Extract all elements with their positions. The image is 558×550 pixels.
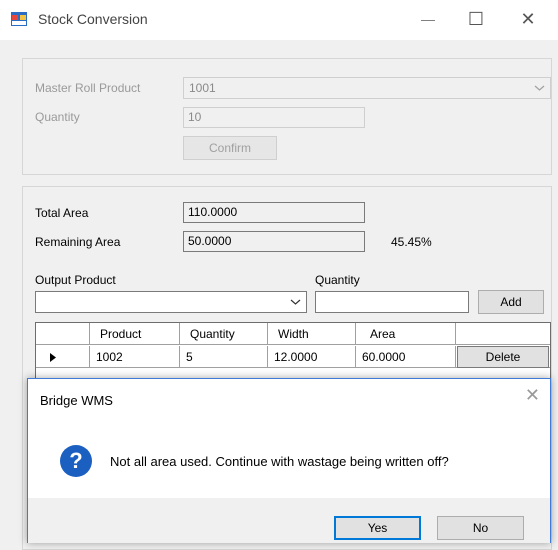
table-row[interactable]: 1002 5 12.0000 60.0000 Delete — [36, 346, 550, 368]
output-product-combo[interactable] — [35, 291, 307, 313]
chevron-down-icon — [534, 85, 545, 91]
master-roll-value: 1001 — [189, 81, 216, 95]
window-title: Stock Conversion — [38, 11, 148, 27]
question-glyph: ? — [69, 448, 83, 473]
master-roll-group: Master Roll Product 1001 Quantity 10 Con… — [22, 58, 552, 175]
close-button[interactable]: ✕ — [508, 6, 548, 32]
title-bar: Stock Conversion — ☐ ✕ — [0, 0, 558, 40]
quantity-label: Quantity — [35, 110, 80, 124]
chevron-down-icon — [290, 299, 301, 305]
column-header-product[interactable]: Product — [90, 323, 180, 345]
column-header-quantity[interactable]: Quantity — [180, 323, 268, 345]
yes-button[interactable]: Yes — [334, 516, 421, 540]
minimize-button[interactable]: — — [408, 6, 448, 32]
total-area-label: Total Area — [35, 206, 89, 220]
close-icon: ✕ — [520, 8, 536, 29]
cell-width[interactable]: 12.0000 — [268, 346, 356, 368]
row-selector[interactable] — [36, 346, 90, 368]
cell-product[interactable]: 1002 — [90, 346, 180, 368]
output-grid: Product Quantity Width Area 1002 5 12.00… — [35, 322, 551, 382]
dialog-title: Bridge WMS — [40, 393, 113, 408]
remaining-percent: 45.45% — [391, 235, 432, 249]
master-roll-combo[interactable]: 1001 — [183, 77, 551, 99]
cell-quantity[interactable]: 5 — [180, 346, 268, 368]
message-dialog: Bridge WMS ✕ ? Not all area used. Contin… — [27, 378, 551, 543]
delete-button[interactable]: Delete — [457, 346, 549, 368]
app-icon — [11, 12, 27, 26]
no-button[interactable]: No — [437, 516, 524, 540]
output-quantity-field[interactable] — [315, 291, 469, 313]
grid-header-row: Product Quantity Width Area — [36, 323, 550, 345]
total-area-field[interactable]: 110.0000 — [183, 202, 365, 223]
remaining-area-field[interactable]: 50.0000 — [183, 231, 365, 252]
column-header-area[interactable]: Area — [356, 323, 456, 345]
master-roll-label: Master Roll Product — [35, 81, 141, 95]
column-header-width[interactable]: Width — [268, 323, 356, 345]
stock-conversion-window: Stock Conversion — ☐ ✕ Master Roll Produ… — [0, 0, 558, 550]
maximize-icon: ☐ — [467, 8, 485, 29]
master-quantity-field[interactable]: 10 — [183, 107, 365, 128]
confirm-button[interactable]: Confirm — [183, 136, 277, 160]
row-header-corner — [36, 323, 90, 345]
maximize-button[interactable]: ☐ — [456, 6, 496, 32]
cell-area[interactable]: 60.0000 — [356, 346, 456, 368]
output-quantity-label: Quantity — [315, 273, 360, 287]
dialog-message: Not all area used. Continue with wastage… — [110, 454, 449, 469]
close-icon: ✕ — [524, 385, 540, 405]
output-product-label: Output Product — [35, 273, 116, 287]
remaining-area-label: Remaining Area — [35, 235, 121, 249]
question-icon: ? — [60, 445, 92, 477]
add-button[interactable]: Add — [478, 290, 544, 314]
column-header-action — [456, 323, 550, 345]
dialog-close-button[interactable]: ✕ — [525, 385, 540, 406]
row-pointer-icon — [50, 353, 56, 362]
minimize-icon: — — [421, 11, 435, 27]
